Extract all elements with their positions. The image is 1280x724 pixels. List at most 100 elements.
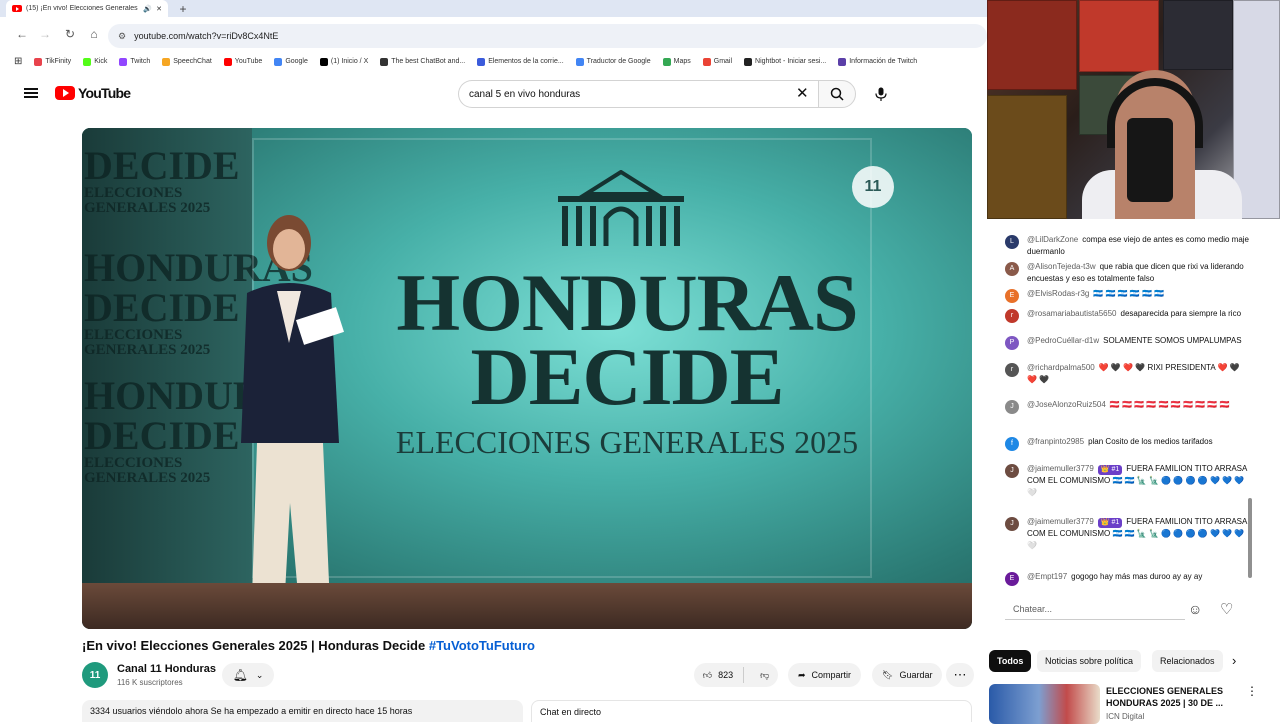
apps-grid-icon[interactable]: ⊞ <box>14 56 22 67</box>
chat-avatar[interactable]: L <box>1005 235 1019 249</box>
back-arrow-icon[interactable]: ← <box>15 27 29 41</box>
recommended-thumbnail[interactable] <box>989 684 1100 724</box>
search-button[interactable] <box>818 80 856 108</box>
like-button[interactable]: 👍︎ 823 <box>693 667 745 683</box>
bookmark-item[interactable]: Nightbot - Iniciar sesi... <box>744 57 826 66</box>
chat-username[interactable]: @richardpalma500 <box>1027 363 1095 372</box>
chevron-right-icon[interactable]: › <box>1232 653 1236 668</box>
chat-username[interactable]: @JoseAlonzoRuiz504 <box>1027 400 1106 409</box>
address-bar[interactable]: ⚙ youtube.com/watch?v=riDv8Cx4NtE <box>108 24 987 48</box>
video-title-text: ¡En vivo! Elecciones Generales 2025 | Ho… <box>82 638 429 653</box>
bookmark-item[interactable]: Twitch <box>119 57 150 66</box>
bookmark-favicon-icon <box>83 57 92 66</box>
bookmark-item[interactable]: Gmail <box>702 57 732 66</box>
bookmark-item[interactable]: Google <box>274 57 308 66</box>
chat-avatar[interactable]: P <box>1005 336 1019 350</box>
bookmark-item[interactable]: YouTube <box>223 57 262 66</box>
bookmark-item[interactable]: SpeechChat <box>162 57 212 66</box>
poster-mario <box>1079 0 1159 72</box>
chat-username[interactable]: @jaimemuller3779 <box>1027 517 1094 526</box>
youtube-logo-text: YouTube <box>78 85 131 101</box>
forward-arrow-icon[interactable]: → <box>38 27 52 41</box>
share-label: Compartir <box>811 670 852 680</box>
chat-message: J @jaimemuller3779 👑 #1 FUERA FAMILION TIT… <box>1005 463 1250 498</box>
bookmark-item[interactable]: Kick <box>83 57 107 66</box>
more-actions-icon[interactable]: ⋯ <box>946 663 974 687</box>
hashtag-link[interactable]: #TuVotoTuFuturo <box>429 638 535 653</box>
chat-avatar[interactable]: f <box>1005 437 1019 451</box>
new-tab-button[interactable]: + <box>176 0 190 17</box>
browser-tab[interactable]: (15) ¡En vivo! Elecciones Generales 2025… <box>6 0 168 17</box>
save-button[interactable]: 🔖︎ Guardar <box>872 663 943 687</box>
bookmark-favicon-icon <box>744 57 753 66</box>
chat-avatar[interactable]: J <box>1005 400 1019 414</box>
chat-username[interactable]: @PedroCuéllar-d1w <box>1027 336 1099 345</box>
chip-relacionados[interactable]: Relacionados <box>1152 650 1223 672</box>
chat-username[interactable]: @jaimemuller3779 <box>1027 464 1094 473</box>
tab-audio-icon[interactable]: 🔊 <box>143 5 152 13</box>
bookmark-item[interactable]: Maps <box>662 57 691 66</box>
phone-in-hand <box>1127 118 1173 202</box>
search-input[interactable]: canal 5 en vivo honduras <box>458 80 818 108</box>
bookmark-item[interactable]: The best ChatBot and... <box>380 57 465 66</box>
bookmark-item[interactable]: Elementos de la corrie... <box>477 57 564 66</box>
youtube-favicon-icon <box>12 5 22 12</box>
channel-name[interactable]: Canal 11 Honduras <box>117 663 216 675</box>
chat-avatar[interactable]: E <box>1005 572 1019 586</box>
poster-wednesday <box>1163 0 1233 70</box>
more-vert-icon[interactable]: ⋮ <box>1246 684 1258 698</box>
bell-icon: 🔔︎ <box>232 668 248 682</box>
share-button[interactable]: ➦ Compartir <box>788 663 862 687</box>
chat-avatar[interactable]: A <box>1005 262 1019 276</box>
chat-username[interactable]: @Empt197 <box>1027 572 1067 581</box>
chat-avatar[interactable]: r <box>1005 309 1019 323</box>
home-icon[interactable]: ⌂ <box>87 27 101 41</box>
video-player[interactable]: DECIDE ELECCIONES GENERALES 2025 HONDURA… <box>82 128 972 629</box>
chat-username[interactable]: @ElvisRodas-r3g <box>1027 289 1089 298</box>
youtube-logo-icon <box>55 86 75 100</box>
like-count: 823 <box>718 670 734 680</box>
on-screen-subtitle: ELECCIONES GENERALES 2025 <box>395 424 859 460</box>
heart-icon[interactable]: ♡ <box>1220 600 1233 618</box>
chat-avatar[interactable]: r <box>1005 363 1019 377</box>
youtube-logo[interactable]: YouTube <box>55 85 131 101</box>
chip-noticias[interactable]: Noticias sobre política <box>1037 650 1142 672</box>
poster-comics <box>987 95 1067 219</box>
voice-search-button[interactable] <box>866 80 896 108</box>
url-text: youtube.com/watch?v=riDv8Cx4NtE <box>134 31 279 41</box>
presenter-figure <box>241 215 344 629</box>
menu-icon[interactable] <box>24 86 38 100</box>
chip-todos[interactable]: Todos <box>989 650 1032 672</box>
bookmark-item[interactable]: Traductor de Google <box>575 57 651 66</box>
channel-avatar[interactable]: 11 <box>82 662 108 688</box>
chat-username[interactable]: @franpinto2985 <box>1027 437 1084 446</box>
chat-username[interactable]: @LilDarkZone <box>1027 235 1078 244</box>
chat-avatar[interactable]: E <box>1005 289 1019 303</box>
description-box[interactable]: 3334 usuarios viéndolo ahora Se ha empez… <box>82 700 523 722</box>
bookmark-label: Información de Twitch <box>849 58 918 65</box>
emoji-icon[interactable]: ☺ <box>1188 601 1202 617</box>
dislike-button[interactable]: 👎︎ <box>750 670 779 681</box>
bookmark-favicon-icon <box>119 57 128 66</box>
chat-input[interactable]: Chatear... <box>1005 598 1185 620</box>
bookmark-item[interactable]: (1) Inicio / X <box>319 57 368 66</box>
chat-avatar[interactable]: J <box>1005 464 1019 478</box>
recommended-title[interactable]: ELECCIONES GENERALES HONDURAS 2025 | 30 … <box>1106 686 1236 709</box>
bookmark-item[interactable]: TikFinity <box>34 57 71 66</box>
clear-search-icon[interactable]: ✕ <box>796 84 809 102</box>
tab-close-icon[interactable]: ✕ <box>156 5 162 13</box>
video-title: ¡En vivo! Elecciones Generales 2025 | Ho… <box>82 638 535 653</box>
site-info-icon[interactable]: ⚙ <box>118 31 126 42</box>
chat-username[interactable]: @AlisonTejeda-t3w <box>1027 262 1096 271</box>
chat-message: E @ElvisRodas-r3g 🇭🇳 🇭🇳 🇭🇳 🇭🇳 🇭🇳 🇭🇳 <box>1005 288 1250 303</box>
chat-member-badge: 👑 #1 <box>1097 465 1123 476</box>
live-chat-link[interactable]: Chat en directo <box>531 700 972 722</box>
reload-icon[interactable]: ↻ <box>63 27 77 41</box>
bookmark-label: Google <box>285 58 308 65</box>
notification-bell-button[interactable]: 🔔︎ ⌄ <box>222 663 274 687</box>
chat-message: L @LilDarkZone compa ese viejo de antes e… <box>1005 234 1250 257</box>
chat-avatar[interactable]: J <box>1005 517 1019 531</box>
chat-username[interactable]: @rosamariabautista5650 <box>1027 309 1117 318</box>
bookmark-item[interactable]: Información de Twitch <box>838 57 918 66</box>
chat-scrollbar[interactable] <box>1248 498 1252 578</box>
